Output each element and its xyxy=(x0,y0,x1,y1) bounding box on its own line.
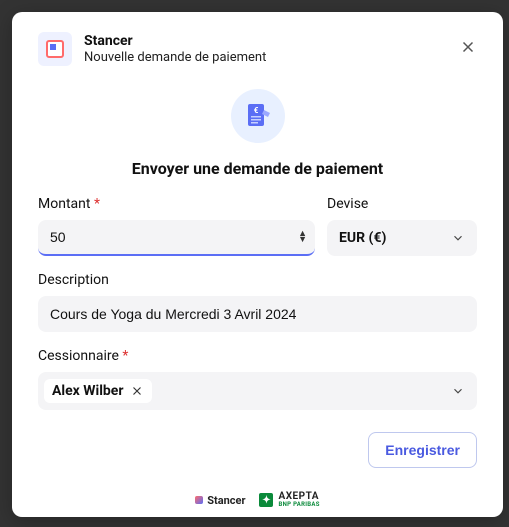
description-field: Description xyxy=(38,272,477,332)
stancer-logo-text: Stancer xyxy=(207,494,245,507)
amount-label: Montant * xyxy=(38,196,315,212)
assignee-select[interactable]: Alex Wilber xyxy=(38,372,477,410)
invoice-icon: € xyxy=(231,89,285,143)
currency-label: Devise xyxy=(327,196,477,212)
amount-stepper[interactable]: ▲ ▼ xyxy=(298,231,307,243)
assignee-label: Cessionnaire * xyxy=(38,348,477,364)
chevron-down-icon xyxy=(451,384,465,398)
description-label: Description xyxy=(38,272,477,288)
payment-request-modal: Stancer Nouvelle demande de paiement € E… xyxy=(12,12,503,517)
assignee-chip: Alex Wilber xyxy=(44,379,152,403)
currency-value: EUR (€) xyxy=(339,230,386,246)
axepta-logo: ✦ AXEPTA BNP PARIBAS xyxy=(259,492,319,508)
axepta-line2: BNP PARIBAS xyxy=(278,502,319,508)
required-mark: * xyxy=(122,348,128,364)
brand-icon xyxy=(38,32,72,66)
amount-currency-row: Montant * ▲ ▼ Devise EUR (€) xyxy=(38,196,477,256)
description-input[interactable] xyxy=(38,296,477,332)
axepta-logo-text: AXEPTA BNP PARIBAS xyxy=(278,492,319,508)
save-button[interactable]: Enregistrer xyxy=(368,432,477,468)
modal-subtitle: Nouvelle demande de paiement xyxy=(84,50,447,67)
description-input-wrap[interactable] xyxy=(38,296,477,332)
amount-label-text: Montant xyxy=(38,196,90,212)
stancer-mark-icon xyxy=(195,496,203,504)
hero-title: Envoyer une demande de paiement xyxy=(132,159,383,178)
currency-field: Devise EUR (€) xyxy=(327,196,477,256)
amount-input[interactable] xyxy=(38,220,315,254)
actions: Enregistrer xyxy=(38,432,477,468)
brand-name: Stancer xyxy=(84,32,447,50)
footer-logos: Stancer ✦ AXEPTA BNP PARIBAS xyxy=(38,492,477,508)
assignee-field: Cessionnaire * Alex Wilber xyxy=(38,348,477,410)
assignee-label-text: Cessionnaire xyxy=(38,348,119,364)
modal-header: Stancer Nouvelle demande de paiement xyxy=(38,32,477,67)
chip-remove-icon[interactable] xyxy=(130,384,144,398)
axepta-mark-icon: ✦ xyxy=(259,493,273,507)
stancer-logo: Stancer xyxy=(195,494,245,507)
required-mark: * xyxy=(94,196,100,212)
amount-field: Montant * ▲ ▼ xyxy=(38,196,315,256)
stepper-down-icon[interactable]: ▼ xyxy=(298,237,307,243)
assignee-chip-label: Alex Wilber xyxy=(52,383,124,399)
chevron-down-icon xyxy=(451,231,465,245)
amount-input-wrap[interactable]: ▲ ▼ xyxy=(38,220,315,256)
currency-select[interactable]: EUR (€) xyxy=(327,220,477,256)
header-text: Stancer Nouvelle demande de paiement xyxy=(84,32,447,67)
hero: € Envoyer une demande de paiement xyxy=(38,89,477,178)
close-icon[interactable] xyxy=(459,38,477,56)
svg-text:€: € xyxy=(253,106,258,115)
